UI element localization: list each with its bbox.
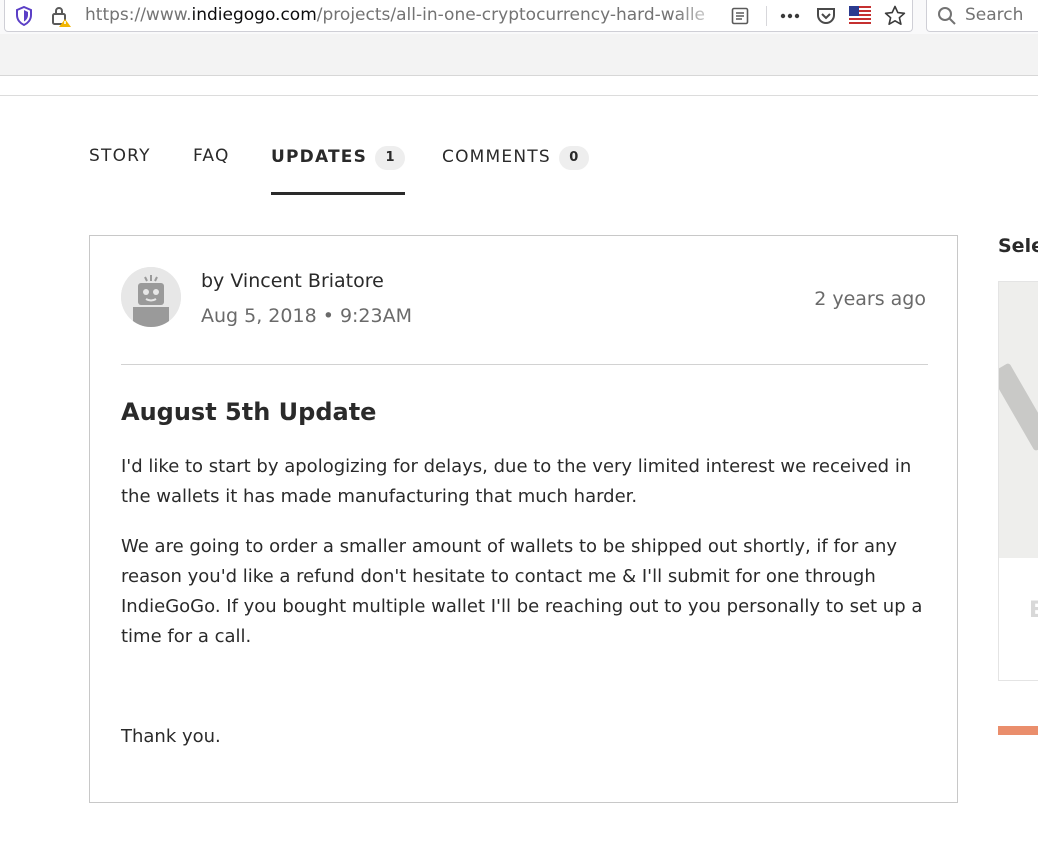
- perk-title: E: [1029, 598, 1038, 623]
- url-bar[interactable]: https://www.indiegogo.com/projects/all-i…: [4, 0, 913, 32]
- url-path: /projects/all-in-one-cryptocurrency-hard…: [316, 5, 706, 25]
- page-header-band: [0, 34, 1038, 76]
- url-fade: [675, 2, 725, 28]
- tab-faq[interactable]: FAQ: [193, 146, 230, 195]
- perk-image: [999, 282, 1038, 558]
- reader-view-icon[interactable]: [730, 6, 750, 26]
- update-paragraph: We are going to order a smaller amount o…: [121, 536, 923, 647]
- tab-faq-label: FAQ: [193, 146, 230, 166]
- update-relative-time: 2 years ago: [814, 288, 926, 310]
- perk-image-shape: [999, 362, 1038, 452]
- tab-comments-label: COMMENTS: [442, 147, 551, 167]
- url-domain: indiegogo.com: [191, 5, 317, 25]
- tab-updates[interactable]: UPDATES 1: [271, 146, 406, 195]
- shield-icon[interactable]: [15, 6, 33, 26]
- bookmark-star-icon[interactable]: [883, 4, 907, 28]
- more-dots-icon[interactable]: [778, 6, 802, 26]
- card-divider: [121, 364, 928, 365]
- lock-icon[interactable]: [50, 5, 72, 27]
- update-paragraph: Thank you.: [121, 726, 221, 747]
- tab-comments[interactable]: COMMENTS 0: [442, 146, 589, 195]
- header-divider: [0, 95, 1038, 96]
- browser-toolbar: https://www.indiegogo.com/projects/all-i…: [0, 0, 1038, 34]
- update-paragraph: I'd like to start by apologizing for del…: [121, 456, 912, 507]
- updates-count-badge: 1: [375, 146, 406, 170]
- pocket-icon[interactable]: [815, 5, 837, 27]
- us-flag-icon[interactable]: [849, 6, 871, 25]
- tab-story[interactable]: STORY: [89, 146, 151, 195]
- url-separator: [766, 6, 767, 26]
- robot-avatar-icon: [121, 267, 181, 327]
- avatar[interactable]: [121, 267, 181, 327]
- update-author[interactable]: by Vincent Briatore: [201, 270, 384, 292]
- sidebar-perk-card[interactable]: E: [998, 281, 1038, 681]
- url-text[interactable]: https://www.indiegogo.com/projects/all-i…: [85, 5, 725, 25]
- search-placeholder: Search: [965, 5, 1024, 25]
- update-card: by Vincent Briatore Aug 5, 2018 • 9:23AM…: [89, 235, 958, 803]
- tab-updates-label: UPDATES: [271, 147, 368, 167]
- url-prefix: https://www.: [85, 5, 192, 25]
- tab-story-label: STORY: [89, 146, 151, 166]
- sidebar-title: Sele: [998, 235, 1038, 257]
- search-bar[interactable]: Search: [926, 0, 1038, 32]
- perk-progress-bar: [998, 726, 1038, 735]
- comments-count-badge: 0: [558, 146, 589, 170]
- search-icon: [938, 7, 956, 25]
- update-title: August 5th Update: [121, 398, 377, 426]
- update-date: Aug 5, 2018 • 9:23AM: [201, 305, 413, 327]
